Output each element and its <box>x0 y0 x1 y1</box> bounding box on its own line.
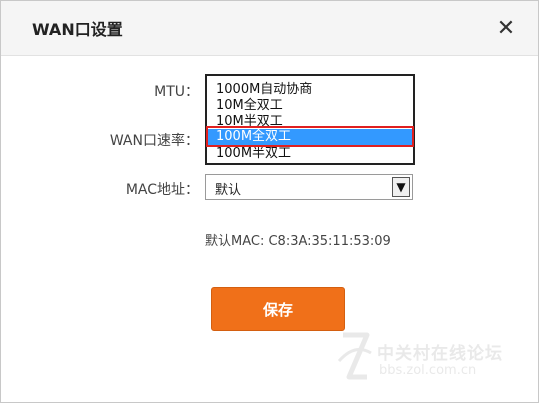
mac-select-value: 默认 <box>215 183 242 198</box>
wan-speed-label: WAN口速率： <box>109 133 199 149</box>
mac-address-select[interactable]: 默认 ▼ <box>205 174 413 200</box>
chevron-down-icon[interactable]: ▼ <box>392 177 410 197</box>
wan-settings-dialog: WAN口设置 ✕ MTU： WAN口速率： MAC地址： 默认 ▼ 1000M自… <box>0 0 539 403</box>
wan-speed-dropdown-list[interactable]: 1000M自动协商 10M全双工 10M半双工 100M全双工 100M半双工 <box>205 74 415 165</box>
dialog-title: WAN口设置 <box>32 20 123 39</box>
speed-option[interactable]: 1000M自动协商 <box>208 82 412 98</box>
save-button[interactable]: 保存 <box>211 287 345 331</box>
watermark-text: 中关村在线论坛 <box>377 344 503 364</box>
dialog-header: WAN口设置 ✕ <box>1 1 538 56</box>
zol-logo-icon <box>337 332 372 380</box>
watermark-url: bbs.zol.com.cn <box>379 363 477 378</box>
speed-option[interactable]: 10M半双工 <box>208 114 412 130</box>
mtu-label: MTU： <box>154 84 199 100</box>
close-icon[interactable]: ✕ <box>495 18 517 40</box>
speed-option[interactable]: 100M半双工 <box>208 146 412 162</box>
default-mac-text: 默认MAC: C8:3A:35:11:53:09 <box>205 234 391 249</box>
mac-address-label: MAC地址： <box>125 182 199 198</box>
watermark: 中关村在线论坛 bbs.zol.com.cn <box>337 331 527 391</box>
speed-option[interactable]: 10M全双工 <box>208 98 412 114</box>
speed-option-selected[interactable]: 100M全双工 <box>208 129 412 145</box>
